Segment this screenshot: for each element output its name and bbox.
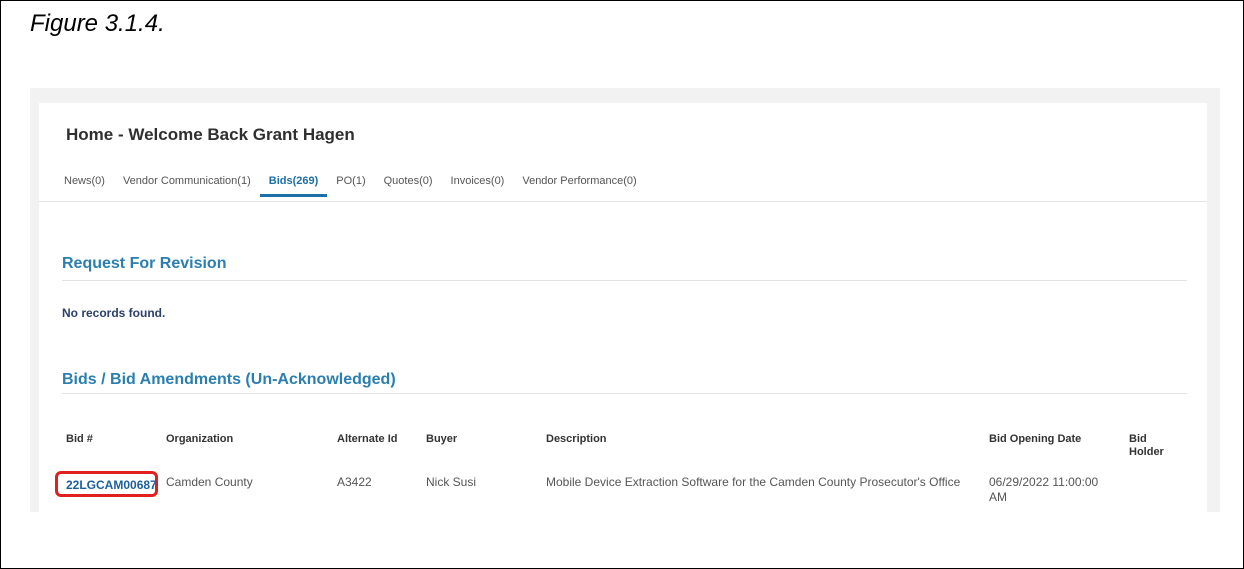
- cell-organization: Camden County: [166, 475, 253, 489]
- tab-news[interactable]: News(0): [55, 169, 114, 197]
- tab-vendor-communication[interactable]: Vendor Communication(1): [114, 169, 260, 197]
- column-header-bid-opening-date[interactable]: Bid Opening Date: [989, 433, 1081, 446]
- column-header-alternate-id[interactable]: Alternate Id: [337, 433, 398, 446]
- tab-bids[interactable]: Bids(269): [259, 169, 328, 197]
- tab-quotes[interactable]: Quotes(0): [375, 169, 442, 197]
- bid-number-link[interactable]: 22LGCAM00687: [55, 471, 158, 497]
- column-header-organization[interactable]: Organization: [166, 433, 233, 446]
- home-panel: Home - Welcome Back Grant Hagen News(0) …: [39, 103, 1207, 512]
- tab-po[interactable]: PO(1): [327, 169, 374, 197]
- tab-bar: News(0) Vendor Communication(1) Bids(269…: [55, 169, 646, 203]
- screenshot-area: Home - Welcome Back Grant Hagen News(0) …: [30, 88, 1220, 512]
- figure-caption: Figure 3.1.4.: [30, 10, 165, 37]
- cell-alternate-id: A3422: [337, 475, 372, 489]
- column-header-buyer[interactable]: Buyer: [426, 433, 457, 446]
- column-header-bid-number[interactable]: Bid #: [66, 433, 93, 446]
- tab-divider: [39, 201, 1207, 202]
- tab-vendor-performance[interactable]: Vendor Performance(0): [513, 169, 645, 197]
- section-divider: [62, 280, 1187, 281]
- tab-invoices[interactable]: Invoices(0): [442, 169, 514, 197]
- no-records-message: No records found.: [62, 306, 166, 320]
- column-header-description[interactable]: Description: [546, 433, 607, 446]
- bids-section-title: Bids / Bid Amendments (Un-Acknowledged): [62, 371, 396, 388]
- cell-description: Mobile Device Extraction Software for th…: [546, 475, 961, 489]
- page-title: Home - Welcome Back Grant Hagen: [66, 125, 355, 144]
- section-divider: [62, 393, 1187, 394]
- cell-bid-opening-date: 06/29/2022 11:00:00 AM: [989, 475, 1099, 504]
- request-for-revision-title: Request For Revision: [62, 255, 227, 272]
- bid-number-text[interactable]: 22LGCAM00687: [66, 478, 157, 492]
- cell-buyer: Nick Susi: [426, 475, 477, 489]
- column-header-bid-holder[interactable]: Bid Holder: [1129, 433, 1169, 459]
